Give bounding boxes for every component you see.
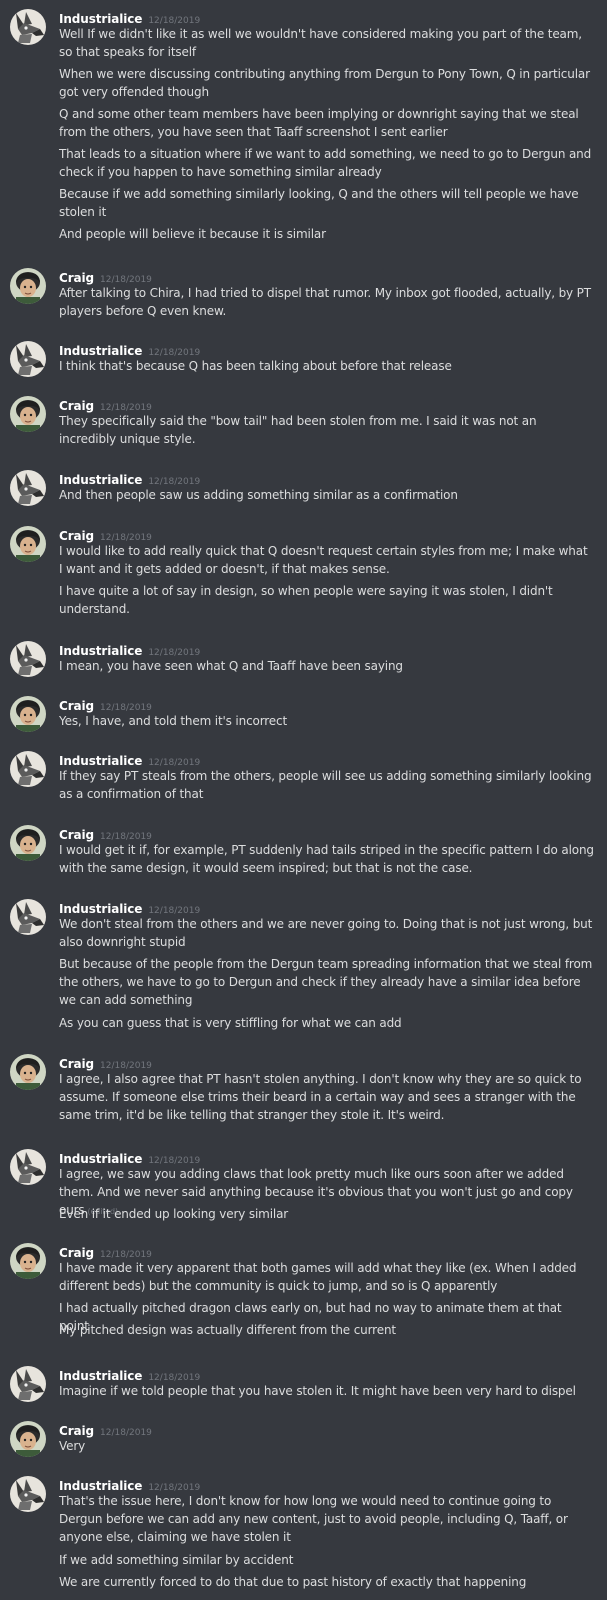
message-header: Industrialice 12/18/2019 xyxy=(59,640,200,658)
username[interactable]: Craig xyxy=(59,828,94,842)
message-header: Craig 12/18/2019 xyxy=(59,1242,152,1260)
message-text: Yes, I have, and told them it's incorrec… xyxy=(59,714,288,728)
message-text: They specifically said the "bow tail" ha… xyxy=(59,414,537,446)
message-text: We are currently forced to do that due t… xyxy=(59,1575,527,1589)
username[interactable]: Industrialice xyxy=(59,1152,142,1166)
message-header: Industrialice 12/18/2019 xyxy=(59,750,200,768)
message-header: Craig 12/18/2019 xyxy=(59,1420,152,1438)
message-text: Very xyxy=(59,1439,86,1453)
message-text: Q and some other team members have been … xyxy=(59,107,579,139)
message-text: And people will believe it because it is… xyxy=(59,227,326,241)
username[interactable]: Industrialice xyxy=(59,344,142,358)
message-text: After talking to Chira, I had tried to d… xyxy=(59,286,591,318)
message-text: If they say PT steals from the others, p… xyxy=(59,769,592,801)
message-header: Industrialice 12/18/2019 xyxy=(59,898,200,916)
message-text: Because if we add something similarly lo… xyxy=(59,187,579,219)
chat-log: Industrialice 12/18/2019 Well If we didn'… xyxy=(0,0,607,1600)
username[interactable]: Craig xyxy=(59,399,94,413)
message-text: I would get it if, for example, PT sudde… xyxy=(59,843,594,875)
username[interactable]: Industrialice xyxy=(59,1369,142,1383)
username[interactable]: Industrialice xyxy=(59,473,142,487)
message-header: Industrialice 12/18/2019 xyxy=(59,469,200,487)
avatar[interactable] xyxy=(10,1421,46,1457)
message-header: Industrialice 12/18/2019 xyxy=(59,1475,200,1493)
message-text: I mean, you have seen what Q and Taaff h… xyxy=(59,659,403,673)
username[interactable]: Craig xyxy=(59,699,94,713)
username[interactable]: Craig xyxy=(59,1424,94,1438)
message-header: Industrialice 12/18/2019 xyxy=(59,340,200,358)
message-header: Craig 12/18/2019 xyxy=(59,824,152,842)
username[interactable]: Industrialice xyxy=(59,754,142,768)
avatar[interactable] xyxy=(10,396,46,432)
message-text: If we add something similar by accident xyxy=(59,1553,294,1567)
avatar[interactable] xyxy=(10,1054,46,1090)
avatar[interactable] xyxy=(10,1149,46,1185)
message-text: But because of the people from the Dergu… xyxy=(59,957,593,1007)
message-text: That leads to a situation where if we wa… xyxy=(59,147,592,179)
message-text: I think that's because Q has been talkin… xyxy=(59,359,452,373)
username[interactable]: Craig xyxy=(59,1057,94,1071)
message-header: Craig 12/18/2019 xyxy=(59,267,152,285)
avatar[interactable] xyxy=(10,341,46,377)
message-text: When we were discussing contributing any… xyxy=(59,67,590,99)
message-header: Craig 12/18/2019 xyxy=(59,395,152,413)
message-text: I have quite a lot of say in design, so … xyxy=(59,584,553,616)
message-text: My pitched design was actually different… xyxy=(59,1323,396,1337)
username[interactable]: Industrialice xyxy=(59,12,142,26)
avatar[interactable] xyxy=(10,1476,46,1512)
avatar[interactable] xyxy=(10,9,46,45)
avatar[interactable] xyxy=(10,526,46,562)
message-text: I would like to add really quick that Q … xyxy=(59,544,588,576)
message-header: Industrialice 12/18/2019 xyxy=(59,8,200,26)
message-header: Craig 12/18/2019 xyxy=(59,695,152,713)
avatar[interactable] xyxy=(10,899,46,935)
message-text: Imagine if we told people that you have … xyxy=(59,1384,576,1398)
username[interactable]: Industrialice xyxy=(59,644,142,658)
message-text: As you can guess that is very stiffling … xyxy=(59,1016,402,1030)
message-text: Even if it ended up looking very similar xyxy=(59,1207,289,1221)
avatar[interactable] xyxy=(10,1243,46,1279)
avatar[interactable] xyxy=(10,825,46,861)
message-text: And then people saw us adding something … xyxy=(59,488,458,502)
username[interactable]: Industrialice xyxy=(59,902,142,916)
username[interactable]: Industrialice xyxy=(59,1479,142,1493)
message-text: I have made it very apparent that both g… xyxy=(59,1261,577,1293)
message-text: Well If we didn't like it as well we wou… xyxy=(59,27,582,59)
avatar[interactable] xyxy=(10,696,46,732)
message-header: Craig 12/18/2019 xyxy=(59,1053,152,1071)
avatar[interactable] xyxy=(10,268,46,304)
message-text: We don't steal from the others and we ar… xyxy=(59,917,593,949)
username[interactable]: Craig xyxy=(59,271,94,285)
message-header: Craig 12/18/2019 xyxy=(59,525,152,543)
avatar[interactable] xyxy=(10,1366,46,1402)
avatar[interactable] xyxy=(10,641,46,677)
username[interactable]: Craig xyxy=(59,1246,94,1260)
message-header: Industrialice 12/18/2019 xyxy=(59,1148,200,1166)
username[interactable]: Craig xyxy=(59,529,94,543)
avatar[interactable] xyxy=(10,751,46,787)
message-text: That's the issue here, I don't know for … xyxy=(59,1494,568,1544)
message-text: I agree, I also agree that PT hasn't sto… xyxy=(59,1072,582,1122)
message-header: Industrialice 12/18/2019 xyxy=(59,1365,200,1383)
avatar[interactable] xyxy=(10,470,46,506)
